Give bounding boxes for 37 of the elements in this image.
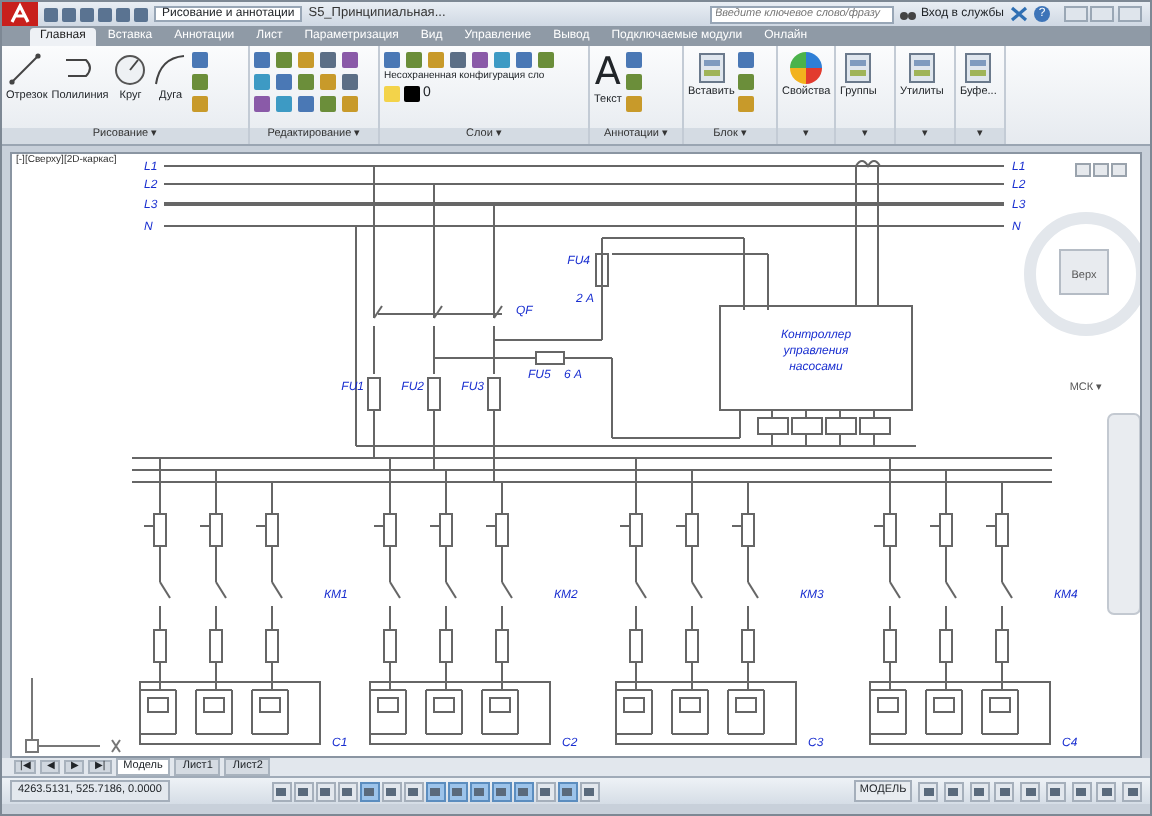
- binoculars-icon[interactable]: [899, 6, 915, 22]
- line-icon: [8, 52, 45, 88]
- status-tool-icon[interactable]: [994, 781, 1015, 801]
- status-toggle-button[interactable]: [293, 781, 314, 801]
- status-toggle-button[interactable]: [491, 781, 512, 801]
- status-toggle-button[interactable]: [359, 781, 380, 801]
- status-tool-icon[interactable]: [943, 781, 964, 801]
- maximize-button[interactable]: [1093, 163, 1109, 177]
- status-tool-icon[interactable]: [1122, 781, 1142, 801]
- color-wheel-icon: [790, 52, 823, 84]
- status-toggle-button[interactable]: [535, 781, 556, 801]
- close-button[interactable]: [1111, 163, 1127, 177]
- status-toggle-button[interactable]: [403, 781, 424, 801]
- status-toggle-button[interactable]: [447, 781, 468, 801]
- text-icon: A: [594, 52, 621, 92]
- ucs-icon: [25, 677, 121, 753]
- exchange-icon[interactable]: [1010, 6, 1028, 22]
- status-toggle-button[interactable]: [513, 781, 534, 801]
- status-toggle-button[interactable]: [381, 781, 402, 801]
- status-toggle-button[interactable]: [579, 781, 600, 801]
- app-logo-icon[interactable]: [2, 2, 38, 26]
- status-toggle-button[interactable]: [425, 781, 446, 801]
- status-toggle-button[interactable]: [271, 781, 292, 801]
- status-tool-icon[interactable]: [1071, 781, 1091, 801]
- status-toggle-button[interactable]: [557, 781, 578, 801]
- status-tool-icon[interactable]: [918, 781, 938, 801]
- arc-icon: [152, 52, 189, 88]
- status-tool-icon[interactable]: [969, 781, 989, 801]
- status-toggle-button[interactable]: [337, 781, 358, 801]
- status-toggle-button[interactable]: [469, 781, 490, 801]
- status-toggle-button[interactable]: [315, 781, 336, 801]
- status-tool-icon[interactable]: [1045, 781, 1066, 801]
- circle-icon: [112, 52, 149, 88]
- minimize-button[interactable]: [1075, 163, 1091, 177]
- viewcube-icon: [1024, 212, 1140, 336]
- status-tool-icon[interactable]: [1096, 781, 1117, 801]
- status-tool-icon[interactable]: [1020, 781, 1040, 801]
